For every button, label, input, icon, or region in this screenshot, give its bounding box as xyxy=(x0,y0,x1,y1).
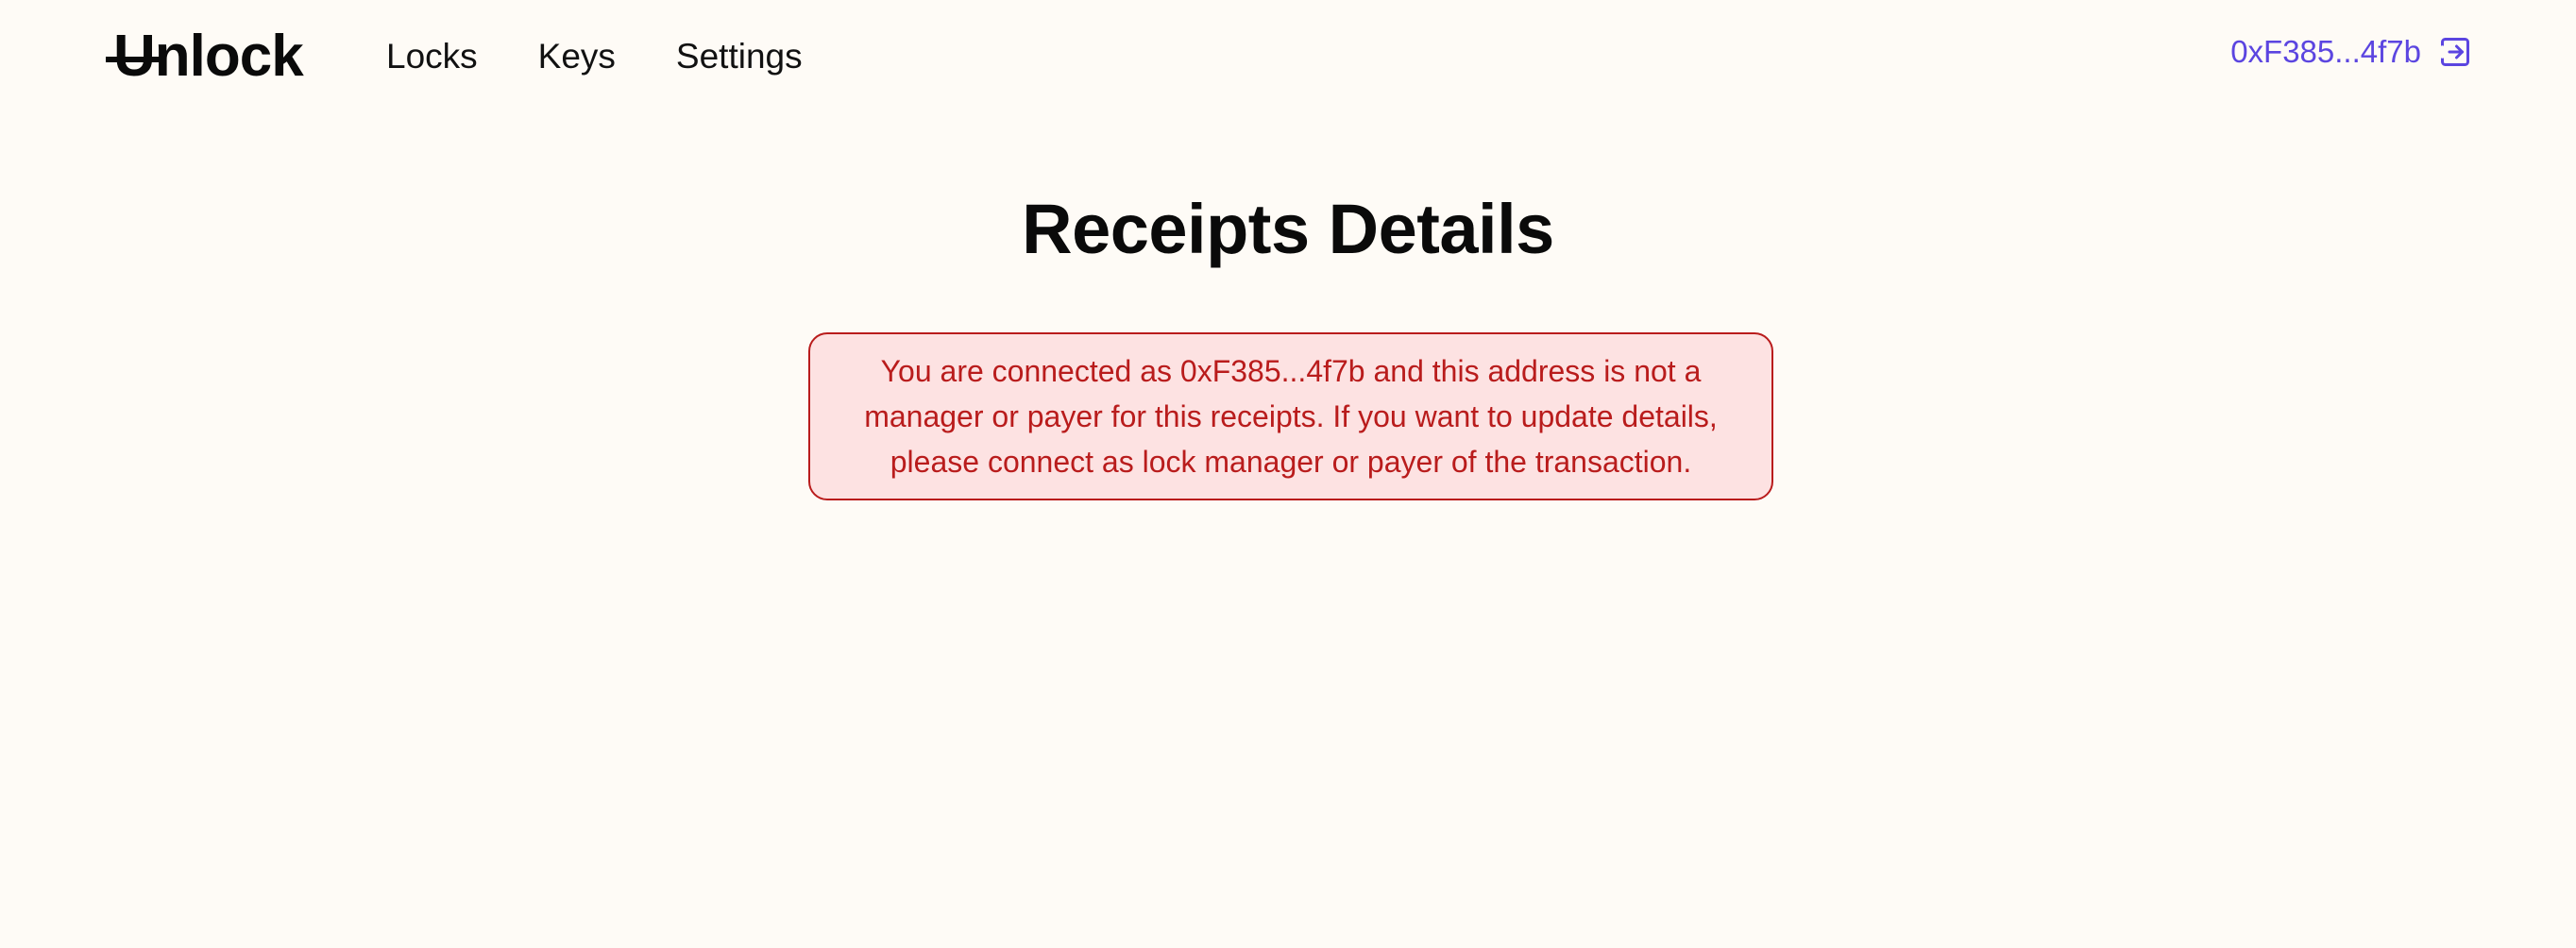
logo-u-mark: U xyxy=(106,21,161,93)
nav-item-keys[interactable]: Keys xyxy=(538,34,616,79)
wallet-address[interactable]: 0xF385...4f7b xyxy=(2230,28,2421,76)
page-title: Receipts Details xyxy=(1022,189,1554,268)
wallet-button[interactable]: 0xF385...4f7b xyxy=(2230,28,2472,76)
nav-item-settings[interactable]: Settings xyxy=(676,34,803,79)
top-navbar: Unlock Locks Keys Settings 0xF385...4f7b xyxy=(0,0,2576,113)
alert-message: You are connected as 0xF385...4f7b and t… xyxy=(864,354,1718,479)
main-nav: Locks Keys Settings xyxy=(386,34,803,79)
nav-item-locks[interactable]: Locks xyxy=(386,34,478,79)
page: Unlock Locks Keys Settings 0xF385...4f7b… xyxy=(0,0,2576,948)
unlock-logo[interactable]: Unlock xyxy=(106,21,304,93)
logo-rest: nlock xyxy=(154,24,304,89)
logout-icon[interactable] xyxy=(2438,35,2472,69)
permission-alert: You are connected as 0xF385...4f7b and t… xyxy=(808,332,1773,500)
